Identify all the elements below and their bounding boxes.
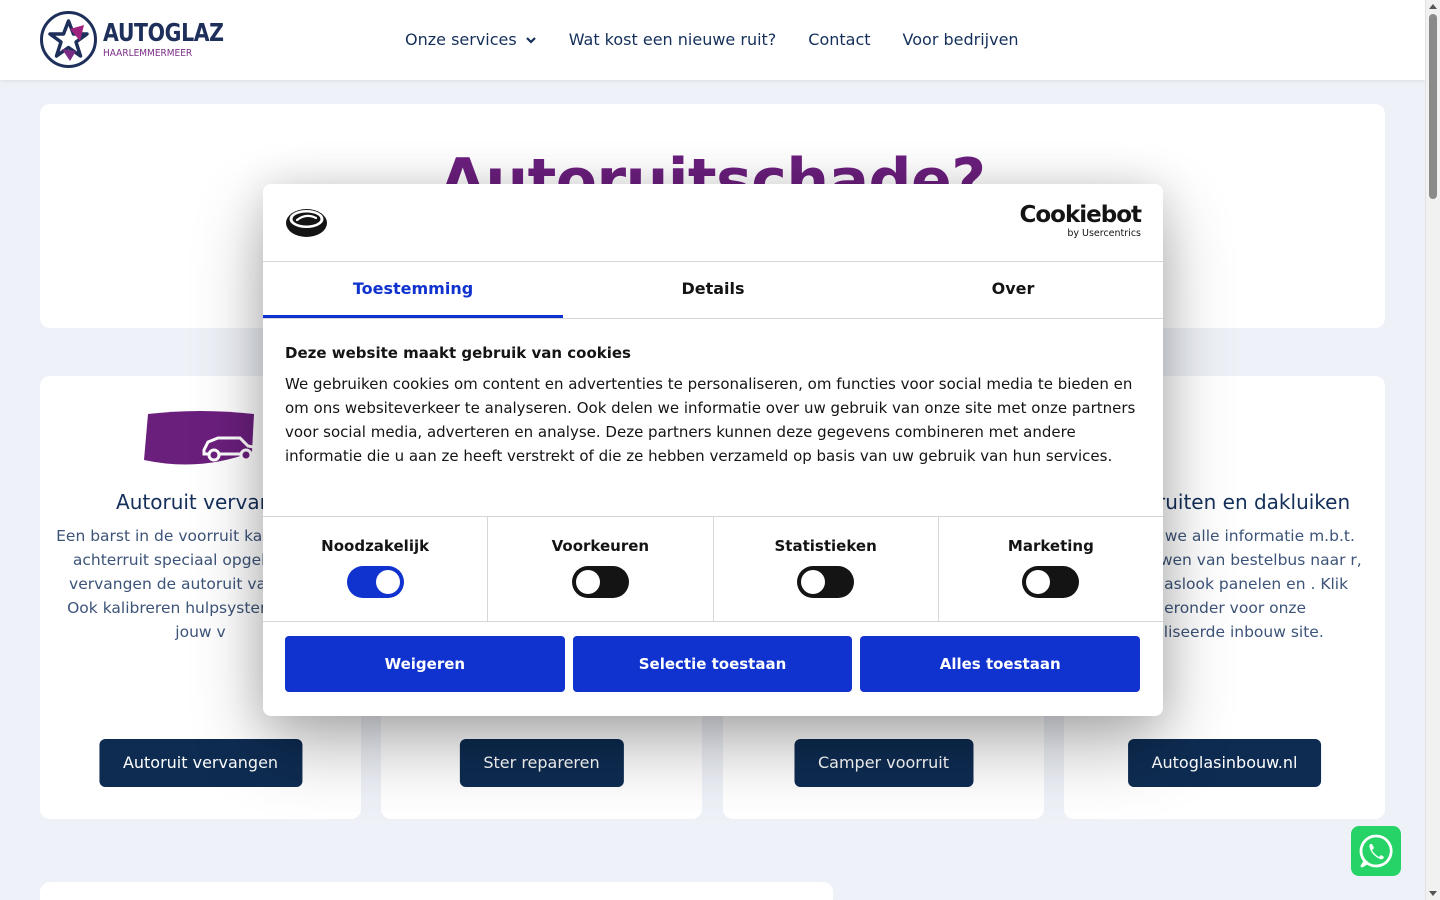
main-nav: Onze services Wat kost een nieuwe ruit? … xyxy=(405,30,1019,49)
tab-toestemming[interactable]: Toestemming xyxy=(263,262,563,318)
windshield-car-icon xyxy=(144,411,260,465)
toggle-label: Voorkeuren xyxy=(551,537,650,555)
dialog-heading: Deze website maakt gebruik van cookies xyxy=(285,344,631,362)
toggle-label: Noodzakelijk xyxy=(321,537,430,555)
logo-sub: HAARLEMMERMEER xyxy=(103,48,193,59)
page-scrollbar[interactable] xyxy=(1425,0,1440,900)
scroll-thumb[interactable] xyxy=(1429,14,1437,199)
dialog-body: Deze website maakt gebruik van cookies W… xyxy=(285,344,1141,468)
statistieken-switch[interactable] xyxy=(797,566,855,598)
cookiebot-name: Cookiebot xyxy=(1019,202,1142,228)
alles-toestaan-button[interactable]: Alles toestaan xyxy=(860,636,1141,692)
autoruit-vervangen-button[interactable]: Autoruit vervangen xyxy=(98,739,303,787)
weigeren-button[interactable]: Weigeren xyxy=(285,636,565,692)
switch-knob xyxy=(375,570,400,594)
noodzakelijk-switch[interactable] xyxy=(346,566,404,598)
marketing-switch[interactable] xyxy=(1022,566,1080,598)
consent-toggles: Noodzakelijk Voorkeuren Statistieken Mar… xyxy=(263,516,1163,622)
nav-onze-services[interactable]: Onze services xyxy=(405,30,537,49)
nav-label: Wat kost een nieuwe ruit? xyxy=(568,30,777,49)
nav-label: Voor bedrijven xyxy=(902,30,1019,49)
dialog-buttons: Weigeren Selectie toestaan Alles toestaa… xyxy=(285,636,1141,692)
tab-details[interactable]: Details xyxy=(563,262,863,318)
nav-voor-bedrijven[interactable]: Voor bedrijven xyxy=(903,30,1019,49)
toggle-statistieken: Statistieken xyxy=(714,517,939,621)
ster-repareren-button[interactable]: Ster repareren xyxy=(459,739,624,787)
switch-knob xyxy=(1026,570,1051,594)
chevron-down-icon xyxy=(525,36,536,44)
logo-name: AUTOGLAZ xyxy=(103,18,224,47)
nav-label: Contact xyxy=(808,30,871,49)
switch-knob xyxy=(575,570,600,594)
nav-contact[interactable]: Contact xyxy=(808,30,870,49)
card-text: n we alle informatie m.b.t. uwen van bes… xyxy=(1150,527,1362,641)
toggle-voorkeuren: Voorkeuren xyxy=(488,517,714,621)
cookiebot-brand: Cookiebot by Usercentrics xyxy=(1019,202,1142,240)
tab-over[interactable]: Over xyxy=(863,262,1163,318)
toggle-noodzakelijk: Noodzakelijk xyxy=(263,517,489,621)
scroll-down-arrow-icon[interactable] xyxy=(1429,891,1437,896)
site-logo[interactable]: AUTOGLAZ HAARLEMMERMEER xyxy=(40,11,250,68)
dialog-tabs: Toestemming Details Over xyxy=(263,262,1163,319)
cookie-logo-icon xyxy=(286,209,327,237)
voorkeuren-switch[interactable] xyxy=(571,566,629,598)
switch-knob xyxy=(801,570,826,594)
dialog-text: We gebruiken cookies om content en adver… xyxy=(285,375,1136,465)
dialog-header: Cookiebot by Usercentrics xyxy=(263,184,1163,262)
toggle-label: Marketing xyxy=(1007,537,1094,555)
cookiebot-by: by Usercentrics xyxy=(1067,228,1141,239)
whatsapp-icon xyxy=(1359,834,1393,868)
scroll-up-arrow-icon[interactable] xyxy=(1429,4,1437,9)
nav-wat-kost[interactable]: Wat kost een nieuwe ruit? xyxy=(569,30,777,49)
camper-voorruit-button[interactable]: Camper voorruit xyxy=(793,739,974,787)
toggle-label: Statistieken xyxy=(774,537,877,555)
selectie-toestaan-button[interactable]: Selectie toestaan xyxy=(572,636,853,692)
whatsapp-button[interactable] xyxy=(1351,826,1401,876)
cookie-consent-dialog: Cookiebot by Usercentrics Toestemming De… xyxy=(263,184,1163,716)
nav-label: Onze services xyxy=(405,30,517,49)
logo-star-icon xyxy=(40,11,97,68)
bottom-section-card xyxy=(40,882,833,900)
site-header: AUTOGLAZ HAARLEMMERMEER Onze services Wa… xyxy=(0,0,1425,80)
card-title: ruiten en dakluiken xyxy=(1157,490,1351,514)
autoglasinbouw-button[interactable]: Autoglasinbouw.nl xyxy=(1127,739,1322,787)
toggle-marketing: Marketing xyxy=(939,517,1163,621)
